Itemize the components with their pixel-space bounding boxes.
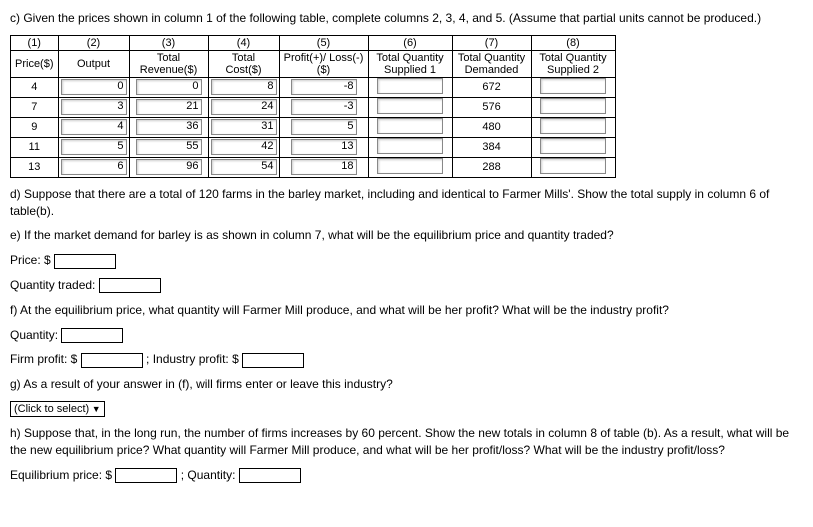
- table-row: 7 3 21 24 -3 576: [11, 97, 616, 117]
- revenue-input[interactable]: 21: [136, 99, 202, 115]
- price-cell: 7: [11, 97, 59, 117]
- demand-cell: 480: [452, 117, 531, 137]
- table-row: 13 6 96 54 18 288: [11, 157, 616, 177]
- quantity2-label: ; Quantity:: [181, 468, 236, 482]
- cost-input[interactable]: 31: [211, 119, 277, 135]
- eq-price-input[interactable]: [115, 468, 177, 483]
- cost-input[interactable]: 42: [211, 139, 277, 155]
- table-row: 11 5 55 42 13 384: [11, 137, 616, 157]
- supply2-input[interactable]: [540, 78, 606, 94]
- demand-cell: 384: [452, 137, 531, 157]
- supply1-input[interactable]: [377, 98, 443, 114]
- question-d-text: d) Suppose that there are a total of 120…: [10, 186, 803, 220]
- supply1-input[interactable]: [377, 118, 443, 134]
- question-h-text: h) Suppose that, in the long run, the nu…: [10, 425, 803, 459]
- output-input[interactable]: 6: [61, 159, 127, 175]
- header-demand: Total Quantity Demanded: [452, 50, 531, 77]
- quantity2-input[interactable]: [239, 468, 301, 483]
- eq-price-label: Equilibrium price: $: [10, 468, 112, 482]
- output-input[interactable]: 5: [61, 139, 127, 155]
- header-supply1: Total Quantity Supplied 1: [368, 50, 452, 77]
- price-cell: 4: [11, 77, 59, 97]
- header-supply2: Total Quantity Supplied 2: [531, 50, 615, 77]
- demand-cell: 672: [452, 77, 531, 97]
- question-e-text: e) If the market demand for barley is as…: [10, 227, 803, 244]
- industry-profit-input[interactable]: [242, 353, 304, 368]
- colnum: (4): [208, 35, 279, 50]
- table-header-row: Price($) Output Total Revenue($) Total C…: [11, 50, 616, 77]
- revenue-input[interactable]: 36: [136, 119, 202, 135]
- firm-profit-input[interactable]: [81, 353, 143, 368]
- table-colnum-row: (1) (2) (3) (4) (5) (6) (7) (8): [11, 35, 616, 50]
- question-c-text: c) Given the prices shown in column 1 of…: [10, 10, 803, 27]
- price-cell: 11: [11, 137, 59, 157]
- profit-input[interactable]: 13: [291, 139, 357, 155]
- supply1-input[interactable]: [377, 138, 443, 154]
- price-cell: 9: [11, 117, 59, 137]
- price-input[interactable]: [54, 254, 116, 269]
- quantity-label: Quantity:: [10, 328, 58, 342]
- enter-leave-select[interactable]: (Click to select): [10, 401, 105, 417]
- price-label: Price: $: [10, 253, 51, 267]
- cost-input[interactable]: 54: [211, 159, 277, 175]
- question-g-text: g) As a result of your answer in (f), wi…: [10, 376, 803, 393]
- colnum: (2): [58, 35, 129, 50]
- data-table: (1) (2) (3) (4) (5) (6) (7) (8) Price($)…: [10, 35, 616, 178]
- price-cell: 13: [11, 157, 59, 177]
- demand-cell: 576: [452, 97, 531, 117]
- output-input[interactable]: 0: [61, 79, 127, 95]
- question-f-text: f) At the equilibrium price, what quanti…: [10, 302, 803, 319]
- header-revenue: Total Revenue($): [129, 50, 208, 77]
- industry-profit-label: ; Industry profit: $: [146, 352, 239, 366]
- colnum: (8): [531, 35, 615, 50]
- firm-profit-label: Firm profit: $: [10, 352, 77, 366]
- colnum: (6): [368, 35, 452, 50]
- header-cost: Total Cost($): [208, 50, 279, 77]
- supply2-input[interactable]: [540, 98, 606, 114]
- header-price: Price($): [11, 50, 59, 77]
- qty-traded-label: Quantity traded:: [10, 278, 95, 292]
- demand-cell: 288: [452, 157, 531, 177]
- profit-input[interactable]: 5: [291, 119, 357, 135]
- header-profit: Profit(+)/ Loss(-)($): [279, 50, 368, 77]
- revenue-input[interactable]: 96: [136, 159, 202, 175]
- cost-input[interactable]: 8: [211, 79, 277, 95]
- supply1-input[interactable]: [377, 78, 443, 94]
- supply2-input[interactable]: [540, 138, 606, 154]
- header-output: Output: [58, 50, 129, 77]
- revenue-input[interactable]: 0: [136, 79, 202, 95]
- colnum: (1): [11, 35, 59, 50]
- supply2-input[interactable]: [540, 118, 606, 134]
- cost-input[interactable]: 24: [211, 99, 277, 115]
- profit-input[interactable]: 18: [291, 159, 357, 175]
- supply1-input[interactable]: [377, 158, 443, 174]
- qty-traded-input[interactable]: [99, 278, 161, 293]
- table-row: 4 0 0 8 -8 672: [11, 77, 616, 97]
- profit-input[interactable]: -3: [291, 99, 357, 115]
- profit-input[interactable]: -8: [291, 79, 357, 95]
- revenue-input[interactable]: 55: [136, 139, 202, 155]
- table-row: 9 4 36 31 5 480: [11, 117, 616, 137]
- output-input[interactable]: 4: [61, 119, 127, 135]
- colnum: (5): [279, 35, 368, 50]
- quantity-input[interactable]: [61, 328, 123, 343]
- supply2-input[interactable]: [540, 158, 606, 174]
- output-input[interactable]: 3: [61, 99, 127, 115]
- colnum: (7): [452, 35, 531, 50]
- colnum: (3): [129, 35, 208, 50]
